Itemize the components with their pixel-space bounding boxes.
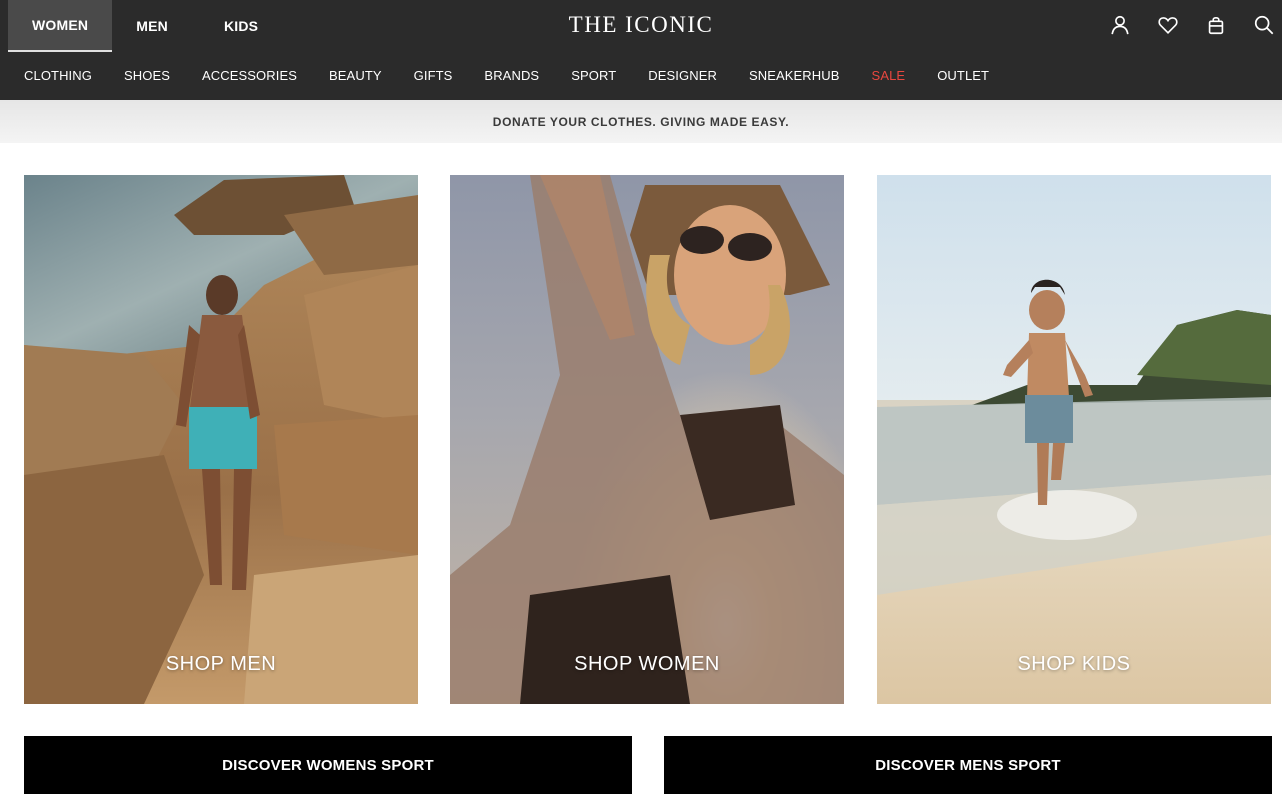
nav-designer[interactable]: DESIGNER bbox=[632, 68, 733, 83]
discover-womens-sport-label: DISCOVER WOMENS SPORT bbox=[222, 756, 434, 774]
promo-banner[interactable]: DONATE YOUR CLOTHES. GIVING MADE EASY. bbox=[0, 100, 1282, 143]
nav-outlet[interactable]: OUTLET bbox=[921, 68, 1005, 83]
search-icon[interactable] bbox=[1252, 12, 1276, 38]
nav-shoes[interactable]: SHOES bbox=[108, 68, 186, 83]
discover-mens-sport-button[interactable]: DISCOVER MENS SPORT bbox=[664, 736, 1272, 794]
nav-sale[interactable]: SALE bbox=[856, 68, 922, 83]
discover-womens-sport-button[interactable]: DISCOVER WOMENS SPORT bbox=[24, 736, 632, 794]
header-icons bbox=[1108, 12, 1276, 38]
account-icon[interactable] bbox=[1108, 12, 1132, 38]
discover-mens-sport-label: DISCOVER MENS SPORT bbox=[875, 756, 1061, 774]
nav-clothing[interactable]: CLOTHING bbox=[8, 68, 108, 83]
promo-text: DONATE YOUR CLOTHES. GIVING MADE EASY. bbox=[492, 114, 790, 129]
shop-men-image bbox=[24, 175, 418, 704]
category-nav: CLOTHING SHOES ACCESSORIES BEAUTY GIFTS … bbox=[8, 52, 1005, 98]
site-logo[interactable]: THE ICONIC bbox=[0, 12, 1282, 38]
shopping-bag-icon[interactable] bbox=[1204, 12, 1228, 38]
shop-men-label: SHOP MEN bbox=[165, 653, 277, 675]
nav-sneakerhub[interactable]: SNEAKERHUB bbox=[733, 68, 856, 83]
wishlist-heart-icon[interactable] bbox=[1156, 12, 1180, 38]
shop-women-label: SHOP WOMEN bbox=[574, 653, 720, 675]
nav-sport[interactable]: SPORT bbox=[555, 68, 632, 83]
nav-gifts[interactable]: GIFTS bbox=[398, 68, 469, 83]
shop-men-tile[interactable]: SHOP MEN bbox=[24, 175, 418, 704]
nav-accessories[interactable]: ACCESSORIES bbox=[186, 68, 313, 83]
nav-brands[interactable]: BRANDS bbox=[468, 68, 555, 83]
shop-kids-image bbox=[877, 175, 1271, 704]
shop-women-image bbox=[450, 175, 844, 704]
site-header: WOMEN MEN KIDS THE ICONIC CLOTHING SHOES… bbox=[0, 0, 1282, 100]
shop-kids-tile[interactable]: SHOP KIDS bbox=[877, 175, 1271, 704]
shop-kids-label: SHOP KIDS bbox=[1017, 653, 1131, 675]
nav-beauty[interactable]: BEAUTY bbox=[313, 68, 398, 83]
shop-women-tile[interactable]: SHOP WOMEN bbox=[450, 175, 844, 704]
